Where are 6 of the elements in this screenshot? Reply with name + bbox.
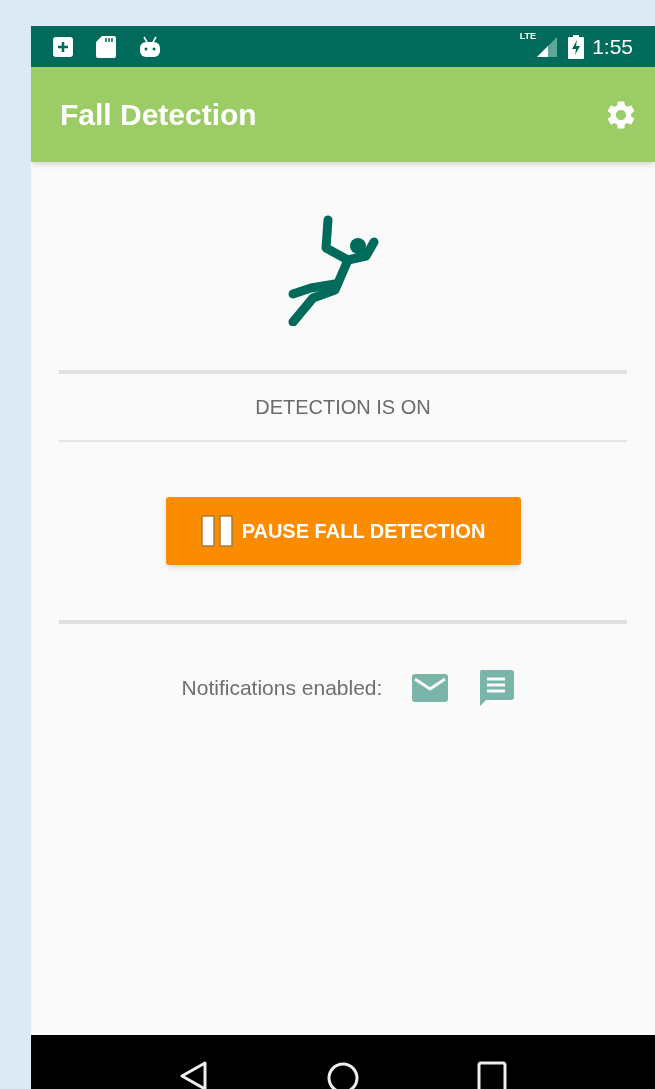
pause-button[interactable]: PAUSE FALL DETECTION — [165, 497, 521, 565]
network-type: LTE — [519, 32, 537, 41]
notifications-label: Notifications enabled: — [181, 675, 383, 702]
detection-status: DETECTION IS ON — [255, 395, 431, 420]
app-title: Fall Detection — [60, 97, 257, 133]
clock-time: 1:55 — [592, 33, 633, 60]
